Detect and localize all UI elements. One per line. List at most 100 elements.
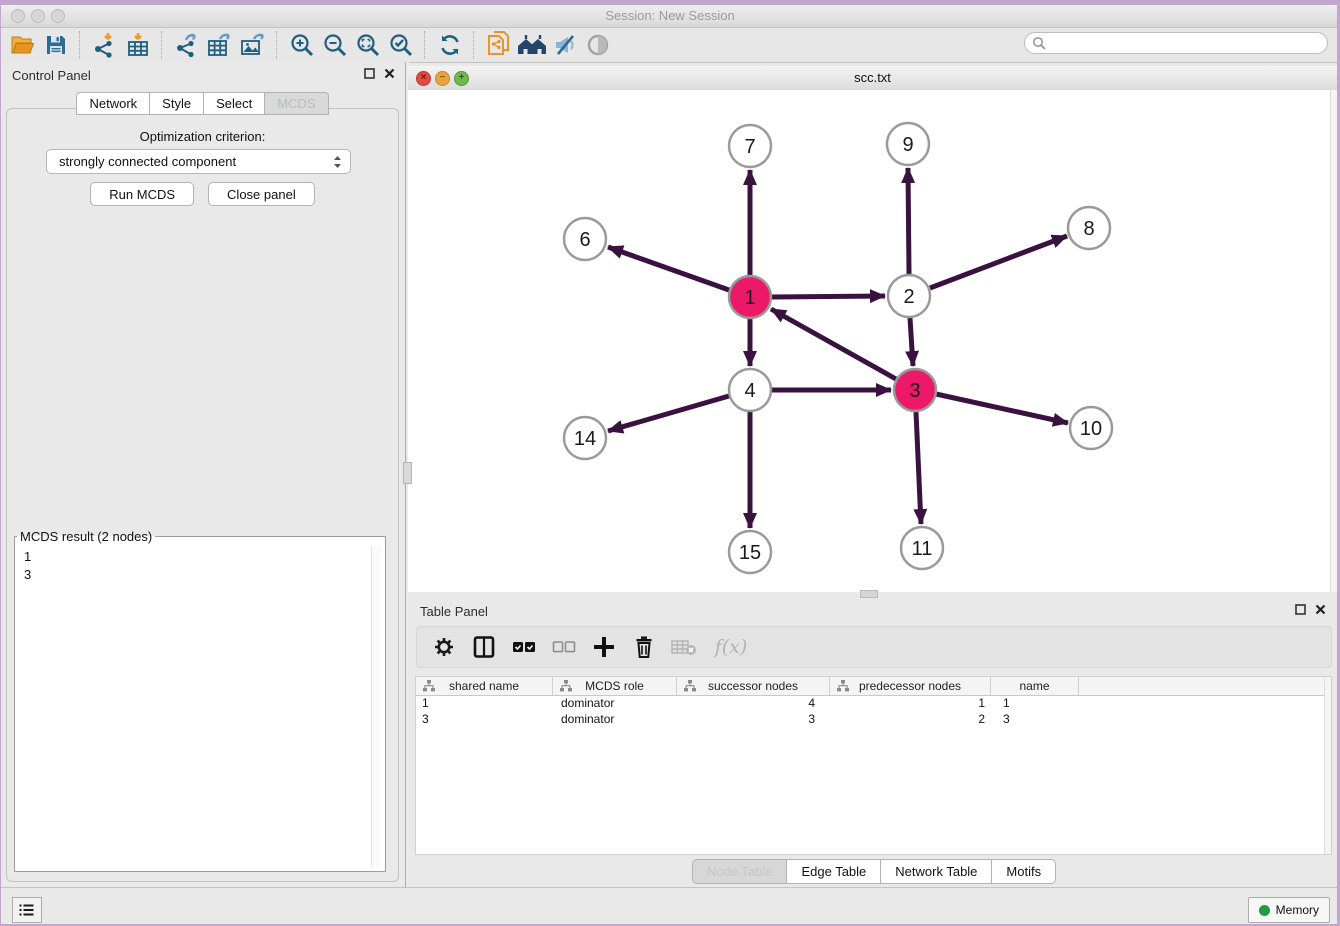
- refresh-icon[interactable]: [433, 30, 466, 60]
- float-panel-icon[interactable]: [364, 68, 375, 79]
- bird-view-icon[interactable]: [581, 30, 614, 60]
- column-header-name[interactable]: name: [991, 677, 1079, 695]
- vertical-splitter-grip[interactable]: [403, 462, 412, 484]
- graph-edge-4-14[interactable]: [608, 396, 729, 431]
- cell-MCDS-role[interactable]: dominator: [553, 696, 677, 712]
- close-panel-icon[interactable]: [384, 68, 395, 79]
- tab-edge-table[interactable]: Edge Table: [787, 859, 881, 884]
- graph-edge-1-6[interactable]: [608, 247, 729, 290]
- network-window-titlebar[interactable]: × − + scc.txt: [408, 66, 1337, 91]
- export-table-icon[interactable]: [203, 30, 236, 60]
- node-table[interactable]: shared nameMCDS rolesuccessor nodesprede…: [415, 676, 1332, 855]
- svg-text:2: 2: [903, 286, 914, 308]
- graph-node-4[interactable]: 4: [729, 369, 771, 411]
- zoom-fit-icon[interactable]: [351, 30, 384, 60]
- search-input[interactable]: [1024, 32, 1328, 54]
- columns-icon[interactable]: [471, 634, 497, 660]
- graph-edge-3-1[interactable]: [771, 309, 896, 379]
- zoom-out-icon[interactable]: [318, 30, 351, 60]
- cell-predecessor-nodes[interactable]: 1: [830, 696, 991, 712]
- table-panel-tabs: Node TableEdge TableNetwork TableMotifs: [408, 859, 1340, 884]
- import-network-icon[interactable]: [88, 30, 121, 60]
- column-header-predecessor-nodes[interactable]: predecessor nodes: [830, 677, 991, 695]
- select-all-icon[interactable]: [511, 634, 537, 660]
- network-graph[interactable]: 7 9 6 8 1 2 4 3 14 10 15 11: [408, 90, 1333, 592]
- table-panel-header: Table Panel: [408, 598, 1340, 624]
- tab-network[interactable]: Network: [76, 92, 150, 115]
- graph-node-9[interactable]: 9: [887, 123, 929, 165]
- table-row[interactable]: 1dominator411: [416, 696, 1331, 712]
- tab-mcds[interactable]: MCDS: [265, 92, 328, 115]
- add-icon[interactable]: [591, 634, 617, 660]
- memory-button[interactable]: Memory: [1248, 897, 1330, 923]
- tab-select[interactable]: Select: [204, 92, 265, 115]
- search-box[interactable]: [1024, 32, 1328, 54]
- close-panel-icon[interactable]: [1315, 604, 1326, 615]
- graph-edge-1-2[interactable]: [772, 296, 885, 297]
- table-row[interactable]: 3dominator323: [416, 712, 1331, 728]
- graph-edge-3-10[interactable]: [936, 394, 1068, 423]
- cybrowser-icon[interactable]: [482, 30, 515, 60]
- graph-node-1[interactable]: 1: [729, 276, 771, 318]
- toolbar-separator: [276, 31, 278, 59]
- graph-node-10[interactable]: 10: [1070, 407, 1112, 449]
- close-panel-button[interactable]: Close panel: [208, 182, 315, 206]
- network-vertical-scrollbar[interactable]: [1330, 90, 1337, 592]
- export-network-icon[interactable]: [170, 30, 203, 60]
- cell-successor-nodes[interactable]: 3: [677, 712, 830, 728]
- mcds-result-fieldset: MCDS result (2 nodes) 1 3: [14, 529, 386, 872]
- graph-edge-3-11[interactable]: [916, 412, 921, 524]
- tab-network-table[interactable]: Network Table: [881, 859, 992, 884]
- network-canvas[interactable]: 7 9 6 8 1 2 4 3 14 10 15 11: [408, 90, 1337, 592]
- mcds-result-scrollbar[interactable]: [371, 546, 381, 867]
- graph-edge-2-3[interactable]: [910, 318, 913, 366]
- graph-edge-2-9[interactable]: [908, 168, 909, 274]
- float-panel-icon[interactable]: [1295, 604, 1306, 615]
- tab-node-table[interactable]: Node Table: [692, 859, 788, 884]
- deselect-all-icon[interactable]: [551, 634, 577, 660]
- toolbar-separator: [424, 31, 426, 59]
- graph-node-7[interactable]: 7: [729, 125, 771, 167]
- gear-icon[interactable]: [431, 634, 457, 660]
- graph-edge-2-8[interactable]: [930, 236, 1067, 288]
- tab-style[interactable]: Style: [150, 92, 204, 115]
- column-header-successor-nodes[interactable]: successor nodes: [677, 677, 830, 695]
- zoom-selected-icon[interactable]: [384, 30, 417, 60]
- control-panel-title: Control Panel: [0, 68, 91, 83]
- graph-node-14[interactable]: 14: [564, 417, 606, 459]
- cell-MCDS-role[interactable]: dominator: [553, 712, 677, 728]
- trash-icon[interactable]: [631, 634, 657, 660]
- toolbar-separator: [473, 31, 475, 59]
- open-session-icon[interactable]: [6, 30, 39, 60]
- column-header-shared-name[interactable]: shared name: [416, 677, 553, 695]
- cell-name[interactable]: 3: [991, 712, 1079, 728]
- optimization-criterion-label: Optimization criterion:: [7, 129, 398, 144]
- annotations-off-icon[interactable]: [548, 30, 581, 60]
- graph-node-6[interactable]: 6: [564, 218, 606, 260]
- cell-shared-name[interactable]: 1: [416, 696, 553, 712]
- zoom-in-icon[interactable]: [285, 30, 318, 60]
- table-vertical-scrollbar[interactable]: [1324, 677, 1331, 854]
- tab-motifs[interactable]: Motifs: [992, 859, 1056, 884]
- graph-node-11[interactable]: 11: [901, 527, 943, 569]
- cell-predecessor-nodes[interactable]: 2: [830, 712, 991, 728]
- cell-shared-name[interactable]: 3: [416, 712, 553, 728]
- mcds-result-list[interactable]: 1 3: [17, 546, 383, 869]
- graph-node-15[interactable]: 15: [729, 531, 771, 573]
- cell-successor-nodes[interactable]: 4: [677, 696, 830, 712]
- task-history-button[interactable]: [12, 897, 42, 923]
- horizontal-splitter-grip[interactable]: [860, 590, 878, 598]
- import-table-icon[interactable]: [121, 30, 154, 60]
- run-mcds-button[interactable]: Run MCDS: [90, 182, 194, 206]
- column-header-MCDS-role[interactable]: MCDS role: [553, 677, 677, 695]
- svg-text:4: 4: [744, 380, 755, 402]
- graph-node-2[interactable]: 2: [888, 275, 930, 317]
- save-session-icon[interactable]: [39, 30, 72, 60]
- cell-name[interactable]: 1: [991, 696, 1079, 712]
- home-icon[interactable]: [515, 30, 548, 60]
- graph-node-3[interactable]: 3: [894, 369, 936, 411]
- criterion-select[interactable]: strongly connected component: [46, 149, 351, 174]
- export-image-icon[interactable]: [236, 30, 269, 60]
- graph-node-8[interactable]: 8: [1068, 207, 1110, 249]
- window-frame-left: [0, 0, 1, 926]
